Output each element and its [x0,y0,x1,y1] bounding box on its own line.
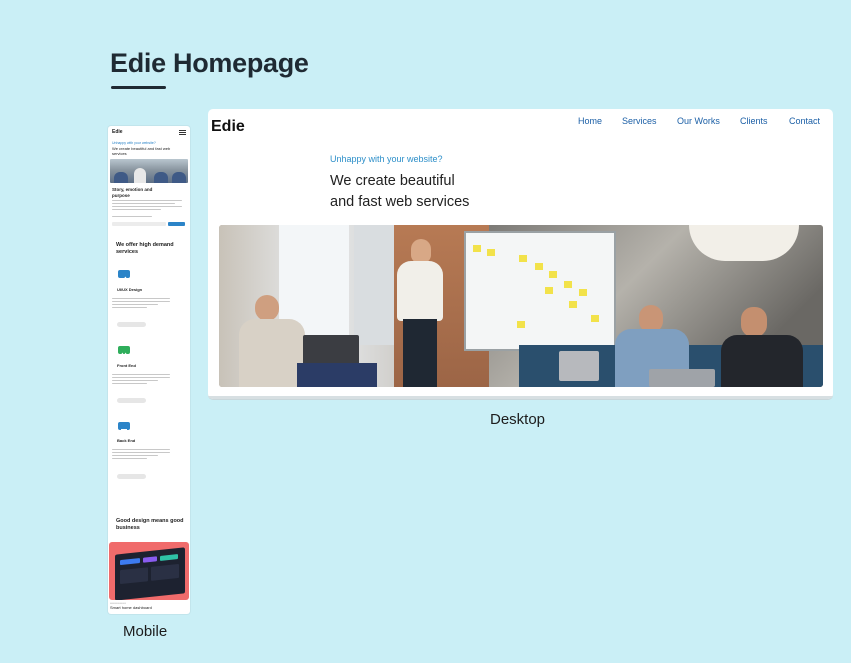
mobile-frame[interactable]: Edie Unhappy with your website? We creat… [108,126,190,614]
mobile-story-text [112,200,182,212]
mobile-service-text [112,298,170,310]
mobile-service-button[interactable] [117,474,146,479]
mobile-headline: We create beautiful and fast web service… [112,146,171,156]
mobile-story-heading: Story, emotion and purpose [112,187,153,198]
nav-home-link[interactable]: Home [578,116,602,126]
hamburger-menu-icon[interactable] [179,130,186,135]
mobile-service-text [112,449,170,461]
mobile-logo[interactable]: Edie [112,129,123,135]
nav-services-link[interactable]: Services [622,116,657,126]
server-icon [118,422,130,433]
mobile-service-title: UI/UX Design [117,287,143,292]
mobile-email-input[interactable] [112,222,166,226]
mobile-card-caption: Smart home dashboard [110,605,152,610]
board-title-underline [111,86,166,89]
mobile-service-title: Front End [117,363,136,368]
mobile-service-text [112,374,170,386]
pen-icon [118,270,130,282]
mobile-service-button[interactable] [117,398,146,403]
mobile-form-label [112,216,152,219]
board-title: Edie Homepage [110,48,309,78]
mobile-service-title: Back End [117,438,136,443]
mobile-hero-image [110,159,188,183]
nav-clients-link[interactable]: Clients [740,116,768,126]
desktop-frame[interactable]: Edie Home Services Our Works Clients Con… [208,109,833,399]
desktop-hero-image [219,225,823,387]
desktop-logo[interactable]: Edie [211,118,245,136]
mobile-services-heading: We offer high demand services [116,242,174,255]
desktop-headline: We create beautiful and fast web service… [330,173,470,210]
mobile-design-heading: Good design means good business [116,518,184,531]
nav-our-works-link[interactable]: Our Works [677,116,720,126]
desktop-scroll-edge [208,396,833,399]
desktop-frame-label: Desktop [490,411,546,428]
desktop-tagline: Unhappy with your website? [330,154,443,164]
nav-contact-link[interactable]: Contact [789,116,820,126]
mobile-submit-button[interactable] [168,222,185,226]
mobile-tagline: Unhappy with your website? [112,141,156,145]
mobile-service-button[interactable] [117,322,146,327]
mobile-frame-label: Mobile [123,623,168,640]
code-icon [118,346,130,358]
mobile-portfolio-card[interactable] [109,542,189,600]
